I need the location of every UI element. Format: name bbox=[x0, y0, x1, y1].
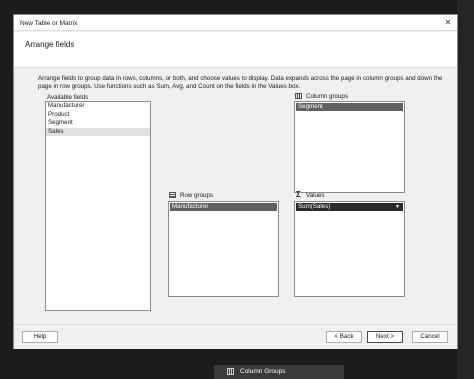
chevron-down-icon[interactable]: ▼ bbox=[394, 203, 401, 211]
dialog-titlebar: New Table or Matrix ✕ bbox=[14, 15, 457, 31]
next-button[interactable]: Next > bbox=[367, 331, 403, 343]
list-item-manufacturer[interactable]: Manufacturer bbox=[46, 102, 150, 111]
list-item-product[interactable]: Product bbox=[46, 111, 150, 120]
column-groups-tab-label: Column Groups bbox=[240, 368, 286, 375]
row-group-manufacturer[interactable]: Manufacturer bbox=[170, 203, 277, 211]
column-groups-label: Column groups bbox=[306, 93, 348, 100]
column-groups-icon bbox=[227, 368, 234, 375]
back-button[interactable]: < Back bbox=[326, 331, 362, 343]
available-fields-list[interactable]: Manufacturer Product Segment Sales bbox=[45, 101, 151, 311]
column-groups-pane-tab[interactable]: Column Groups bbox=[214, 365, 344, 379]
values-label: Values bbox=[306, 192, 325, 199]
close-icon[interactable]: ✕ bbox=[443, 18, 453, 28]
column-group-segment[interactable]: Segment bbox=[296, 103, 403, 111]
sigma-icon: Σ bbox=[296, 190, 301, 199]
column-groups-list[interactable]: Segment bbox=[294, 101, 405, 193]
values-list[interactable]: Sum(Sales) ▼ bbox=[294, 201, 405, 297]
row-groups-icon bbox=[169, 192, 176, 198]
page-title: Arrange fields bbox=[25, 40, 75, 49]
instructions-text: Arrange fields to group data in rows, co… bbox=[38, 75, 443, 90]
background-panel bbox=[457, 0, 474, 379]
cancel-button[interactable]: Cancel bbox=[412, 331, 448, 343]
dialog-title: New Table or Matrix bbox=[20, 20, 78, 27]
dialog-footer: Help < Back Next > Cancel bbox=[14, 324, 457, 349]
list-item-sales[interactable]: Sales bbox=[46, 127, 150, 136]
value-sum-sales-label: Sum(Sales) bbox=[298, 203, 331, 210]
list-item-segment[interactable]: Segment bbox=[46, 119, 150, 128]
new-table-matrix-dialog: New Table or Matrix ✕ Arrange fields Arr… bbox=[13, 14, 458, 349]
row-groups-list[interactable]: Manufacturer bbox=[168, 201, 279, 297]
value-sum-sales[interactable]: Sum(Sales) ▼ bbox=[296, 203, 403, 211]
column-groups-icon bbox=[295, 93, 302, 99]
available-fields-label: Available fields bbox=[47, 94, 89, 101]
help-button[interactable]: Help bbox=[22, 331, 58, 343]
page-header bbox=[14, 32, 457, 68]
row-groups-label: Row groups bbox=[180, 192, 214, 199]
